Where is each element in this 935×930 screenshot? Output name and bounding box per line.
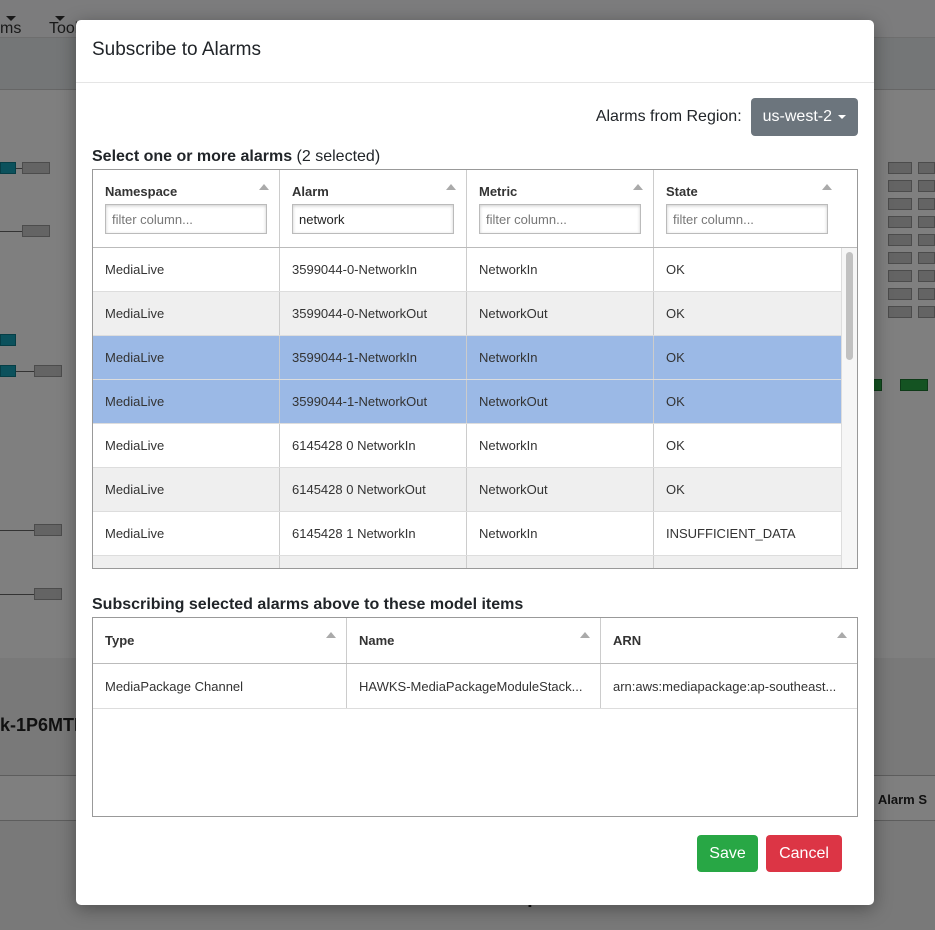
alarm-metric-cell: NetworkIn <box>467 424 654 467</box>
sort-ascending-icon[interactable] <box>822 184 832 190</box>
alarm-alarm-cell: 6145428 0 NetworkIn <box>280 424 467 467</box>
alarm-alarm-cell: 3599044-1-NetworkIn <box>280 336 467 379</box>
sort-ascending-icon[interactable] <box>446 184 456 190</box>
alarm-namespace-cell: MediaLive <box>93 512 280 555</box>
subscribe-alarms-modal: Subscribe to Alarms Alarms from Region: … <box>76 20 874 905</box>
alarms-section-title: Select one or more alarms (2 selected) <box>92 148 380 166</box>
model-item-name-cell: HAWKS-MediaPackageModuleStack... <box>347 664 601 708</box>
alarm-row[interactable]: MediaLive 3599044-0-NetworkIn NetworkIn OK <box>93 248 842 292</box>
alarm-state-cell: OK <box>666 482 685 497</box>
model-items-grid-body: MediaPackage Channel HAWKS-MediaPackageMo… <box>93 664 857 709</box>
alarm-metric-cell: NetworkOut <box>467 468 654 511</box>
alarms-grid-body: MediaLive 3599044-0-NetworkIn NetworkIn OK M… <box>93 248 842 568</box>
alarm-namespace-cell: MediaLive <box>93 468 280 511</box>
region-value: us-west-2 <box>762 108 832 125</box>
column-label: ARN <box>613 633 642 648</box>
state-filter-input[interactable] <box>666 204 828 234</box>
alarm-row[interactable]: MediaLive 6145428 0 NetworkIn NetworkIn OK <box>93 424 842 468</box>
selected-count: (2 selected) <box>296 148 381 165</box>
alarm-state-cell: INSUFFICIENT_DATA <box>666 526 796 541</box>
model-item-arn-cell: arn:aws:mediapackage:ap-southeast... <box>613 678 837 694</box>
alarm-alarm-cell: 3599044-0-NetworkOut <box>280 292 467 335</box>
model-item-type-cell: MediaPackage Channel <box>93 664 347 708</box>
alarm-alarm-cell: 6145428 0 NetworkOut <box>280 468 467 511</box>
column-label: Type <box>105 633 135 648</box>
sort-ascending-icon[interactable] <box>837 632 847 638</box>
alarm-cell <box>654 556 842 568</box>
alarm-metric-cell: NetworkIn <box>467 336 654 379</box>
column-header-alarm[interactable]: Alarm <box>280 170 467 247</box>
namespace-filter-input[interactable] <box>105 204 267 234</box>
caret-down-icon <box>838 115 846 119</box>
alarm-metric-cell: NetworkOut <box>467 380 654 423</box>
modal-title: Subscribe to Alarms <box>92 39 261 60</box>
alarm-state-cell: OK <box>666 438 685 453</box>
column-header-arn[interactable]: ARN <box>601 618 857 663</box>
column-header-metric[interactable]: Metric <box>467 170 654 247</box>
alarms-section-label: Select one or more alarms <box>92 148 293 165</box>
modal-header: Subscribe to Alarms <box>76 20 874 83</box>
sort-ascending-icon[interactable] <box>580 632 590 638</box>
alarm-row[interactable]: MediaLive 3599044-1-NetworkIn NetworkIn OK <box>93 336 842 380</box>
region-label: Alarms from Region: <box>595 108 742 125</box>
alarm-state-cell: OK <box>666 394 685 409</box>
column-header-namespace[interactable]: Namespace <box>93 170 280 247</box>
save-button[interactable]: Save <box>697 835 758 872</box>
alarm-row[interactable]: MediaLive 3599044-0-NetworkOut NetworkOut O… <box>93 292 842 336</box>
model-items-section-title: Subscribing selected alarms above to the… <box>92 596 524 613</box>
alarm-cell <box>93 556 280 568</box>
region-dropdown-button[interactable]: us-west-2 <box>750 98 858 136</box>
column-label: Name <box>359 633 395 648</box>
alarm-row-partial[interactable] <box>93 556 842 568</box>
alarm-metric-cell: NetworkOut <box>467 292 654 335</box>
alarm-namespace-cell: MediaLive <box>93 248 280 291</box>
model-items-grid-header: Type Name ARN <box>93 618 857 664</box>
alarm-row[interactable]: MediaLive 6145428 0 NetworkOut NetworkOut O… <box>93 468 842 512</box>
scrollbar-thumb[interactable] <box>846 252 853 360</box>
column-label: Metric <box>479 184 518 199</box>
column-header-type[interactable]: Type <box>93 618 347 663</box>
alarm-alarm-cell: 3599044-0-NetworkIn <box>280 248 467 291</box>
alarm-cell <box>280 556 467 568</box>
model-items-grid: Type Name ARN MediaPackage Channel HAWKS-… <box>92 617 858 817</box>
alarm-alarm-cell: 6145428 1 NetworkIn <box>280 512 467 555</box>
alarm-namespace-cell: MediaLive <box>93 380 280 423</box>
alarm-state-cell: OK <box>666 306 685 321</box>
region-selector-row: Alarms from Region: us-west-2 <box>596 98 858 136</box>
alarm-state-cell: OK <box>666 262 685 277</box>
alarm-filter-input[interactable] <box>292 204 454 234</box>
alarm-state-cell: OK <box>666 350 685 365</box>
column-header-state[interactable]: State <box>654 170 842 247</box>
alarm-metric-cell: NetworkIn <box>467 248 654 291</box>
column-label: Alarm <box>292 184 329 199</box>
metric-filter-input[interactable] <box>479 204 641 234</box>
alarm-cell <box>467 556 654 568</box>
column-header-name[interactable]: Name <box>347 618 601 663</box>
alarm-row[interactable]: MediaLive 6145428 1 NetworkIn NetworkIn INS… <box>93 512 842 556</box>
cancel-button[interactable]: Cancel <box>766 835 842 872</box>
alarm-namespace-cell: MediaLive <box>93 336 280 379</box>
sort-ascending-icon[interactable] <box>326 632 336 638</box>
sort-ascending-icon[interactable] <box>259 184 269 190</box>
alarm-row[interactable]: MediaLive 3599044-1-NetworkOut NetworkOut O… <box>93 380 842 424</box>
alarm-namespace-cell: MediaLive <box>93 424 280 467</box>
alarm-alarm-cell: 3599044-1-NetworkOut <box>280 380 467 423</box>
alarms-grid-scrollbar[interactable] <box>841 248 857 568</box>
alarms-grid: Namespace Alarm Metric State MediaLive35… <box>92 169 858 569</box>
column-label: Namespace <box>105 184 178 199</box>
alarm-metric-cell: NetworkIn <box>467 512 654 555</box>
alarms-grid-header: Namespace Alarm Metric State <box>93 170 857 248</box>
alarm-namespace-cell: MediaLive <box>93 292 280 335</box>
sort-ascending-icon[interactable] <box>633 184 643 190</box>
model-item-row[interactable]: MediaPackage Channel HAWKS-MediaPackageMo… <box>93 664 857 709</box>
column-label: State <box>666 184 698 199</box>
